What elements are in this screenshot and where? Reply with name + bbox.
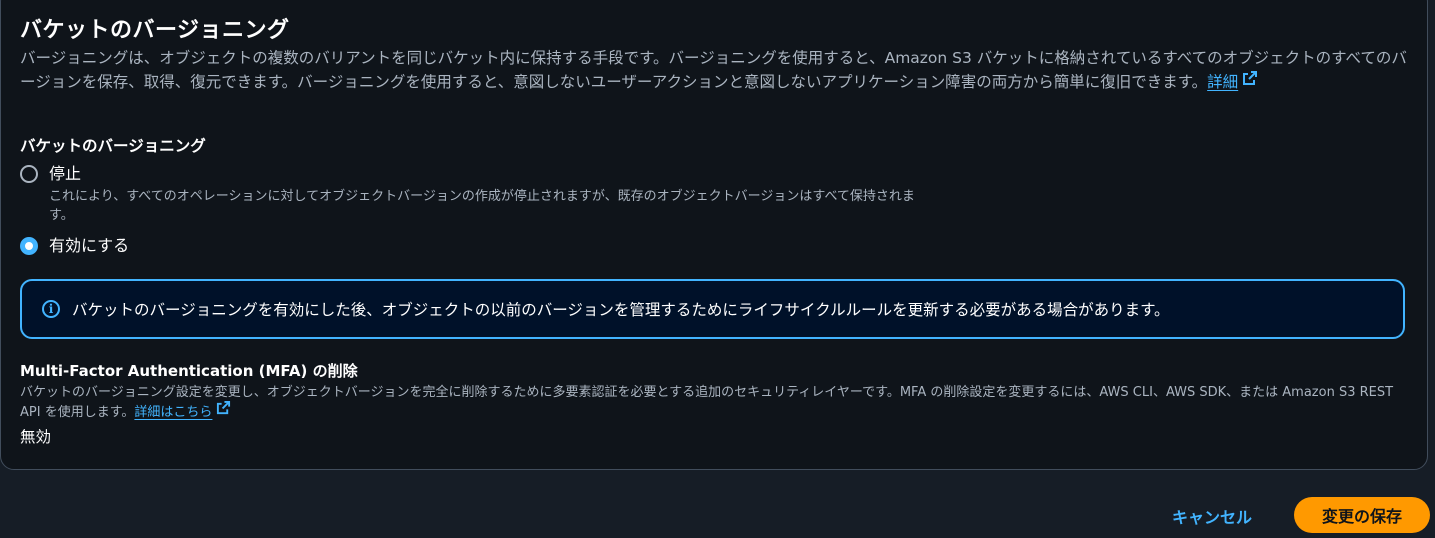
- info-alert: i バケットのバージョニングを有効にした後、オブジェクトの以前のバージョンを管理…: [20, 279, 1405, 339]
- mfa-learn-more-label: 詳細はこちら: [134, 405, 213, 420]
- section-title: バケットのバージョニング: [20, 18, 290, 43]
- learn-more-label: 詳細: [1207, 73, 1239, 91]
- mfa-description: バケットのバージョニング設定を変更し、オブジェクトバージョンを完全に削除するため…: [20, 383, 1415, 423]
- mfa-status-value: 無効: [20, 428, 52, 446]
- section-description-text: バージョニングは、オブジェクトの複数のバリアントを同じバケット内に保持する手段で…: [20, 49, 1407, 91]
- radio-label-suspend: 停止: [49, 164, 82, 183]
- external-link-icon[interactable]: [1242, 69, 1258, 93]
- learn-more-link[interactable]: 詳細: [1207, 73, 1238, 91]
- radio-label-enable: 有効にする: [49, 236, 130, 255]
- info-icon: i: [42, 300, 60, 318]
- versioning-field-label: バケットのバージョニング: [20, 137, 206, 155]
- section-description: バージョニングは、オブジェクトの複数のバリアントを同じバケット内に保持する手段で…: [20, 46, 1415, 94]
- mfa-title: Multi-Factor Authentication (MFA) の削除: [20, 362, 358, 380]
- mfa-learn-more-link[interactable]: 詳細はこちら: [134, 405, 212, 420]
- radio-option-suspend[interactable]: 停止 これにより、すべてのオペレーションに対してオブジェクトバージョンの作成が停…: [20, 164, 939, 225]
- cancel-button[interactable]: キャンセル: [1172, 504, 1252, 528]
- save-changes-button[interactable]: 変更の保存: [1294, 497, 1430, 533]
- radio-button-enable[interactable]: [20, 237, 38, 255]
- external-link-icon[interactable]: [216, 400, 231, 422]
- radio-description-suspend: これにより、すべてのオペレーションに対してオブジェクトバージョンの作成が停止され…: [49, 189, 915, 223]
- info-alert-text: バケットのバージョニングを有効にした後、オブジェクトの以前のバージョンを管理する…: [72, 301, 1170, 319]
- radio-button-suspend[interactable]: [20, 165, 38, 183]
- radio-option-enable[interactable]: 有効にする: [20, 236, 129, 256]
